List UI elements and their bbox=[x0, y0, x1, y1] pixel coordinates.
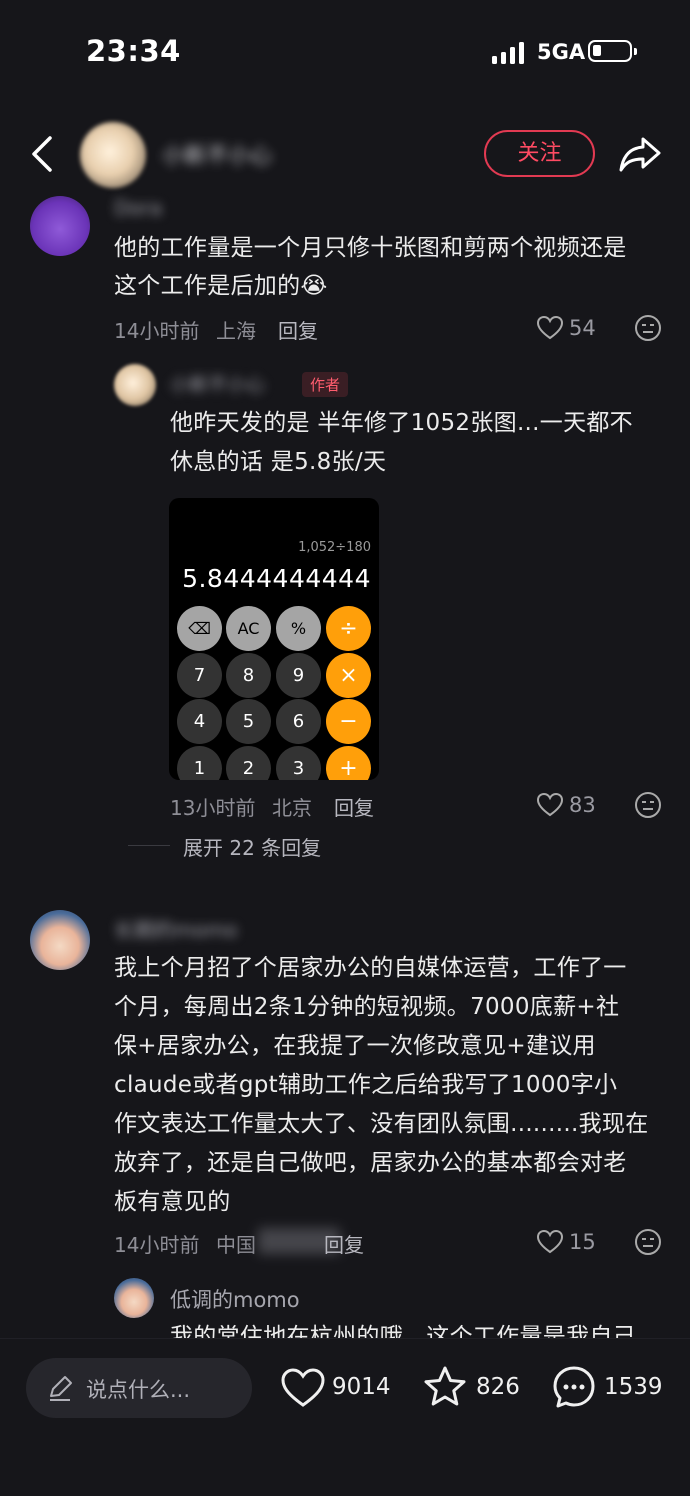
star-icon[interactable] bbox=[422, 1365, 468, 1409]
commenter-name[interactable]: Dora bbox=[114, 196, 162, 220]
comment-text-line: 这个工作是后加的😭 bbox=[114, 273, 328, 299]
expand-replies-button[interactable]: 展开 22 条回复 bbox=[183, 832, 321, 861]
reply-button[interactable]: 回复 bbox=[334, 792, 374, 821]
battery-icon bbox=[588, 40, 637, 62]
calc-expression: 1,052÷180 bbox=[298, 540, 371, 555]
comment-time: 14小时前 bbox=[114, 319, 200, 343]
calculator-image[interactable]: 1,052÷180 5.8444444444 ⌫ AC % ÷ 7 8 9 × … bbox=[169, 498, 379, 780]
comment-text-line: 保+居家办公，在我提了一次修改意见+建议用 bbox=[114, 1033, 596, 1059]
share-icon[interactable] bbox=[618, 134, 662, 174]
calc-key: % bbox=[276, 606, 321, 651]
pencil-icon bbox=[50, 1376, 72, 1401]
dislike-face-icon[interactable] bbox=[634, 1228, 662, 1256]
author-avatar[interactable] bbox=[80, 122, 146, 188]
reply-username[interactable]: 小新不小心 bbox=[170, 370, 265, 397]
calc-key: 9 bbox=[276, 653, 321, 698]
like-total: 9014 bbox=[332, 1374, 391, 1400]
dislike-face-icon[interactable] bbox=[634, 791, 662, 819]
reply-time: 13小时前 bbox=[170, 796, 256, 820]
calc-key: ⌫ bbox=[177, 606, 222, 651]
heart-icon[interactable] bbox=[536, 791, 564, 819]
heart-icon[interactable] bbox=[280, 1368, 326, 1408]
calc-key: ÷ bbox=[326, 606, 371, 651]
comment-input-placeholder: 说点什么... bbox=[86, 1378, 191, 1402]
comment-time: 14小时前 bbox=[114, 1233, 200, 1257]
reply-avatar[interactable] bbox=[114, 1278, 154, 1318]
chat-icon[interactable] bbox=[551, 1364, 597, 1410]
commenter-name[interactable]: 长期的momo bbox=[114, 914, 237, 943]
comment-text-line: 放弃了，还是自己做吧，居家办公的基本都会对老 bbox=[114, 1150, 627, 1176]
comment-text-line: 他的工作量是一个月只修十张图和剪两个视频还是 bbox=[114, 235, 627, 261]
signal-icon bbox=[492, 42, 524, 64]
calc-key: 5 bbox=[226, 699, 271, 744]
divider bbox=[128, 845, 170, 846]
calc-key: 6 bbox=[276, 699, 321, 744]
commenter-avatar[interactable] bbox=[30, 196, 90, 256]
favorite-total: 826 bbox=[476, 1374, 520, 1400]
status-time: 23:34 bbox=[86, 34, 181, 68]
calc-result: 5.8444444444 bbox=[182, 564, 371, 593]
author-badge: 作者 bbox=[302, 372, 349, 397]
calc-key: 3 bbox=[276, 746, 321, 780]
calc-key: + bbox=[326, 746, 371, 780]
calc-key: 4 bbox=[177, 699, 222, 744]
network-label: 5GA bbox=[537, 40, 586, 64]
reply-button[interactable]: 回复 bbox=[278, 315, 318, 344]
comment-input[interactable]: 说点什么... bbox=[26, 1358, 252, 1418]
like-count: 15 bbox=[569, 1230, 596, 1254]
comment-text-line: 板有意见的 bbox=[114, 1189, 231, 1215]
calc-key: 7 bbox=[177, 653, 222, 698]
back-icon[interactable] bbox=[28, 134, 58, 174]
calc-key: 8 bbox=[226, 653, 271, 698]
comment-text-line: 个月，每周出2条1分钟的短视频。7000底薪+社 bbox=[114, 994, 620, 1020]
dislike-face-icon[interactable] bbox=[634, 314, 662, 342]
comment-total: 1539 bbox=[604, 1374, 663, 1400]
reply-text-line: 他昨天发的是 半年修了1052张图...一天都不 bbox=[170, 410, 633, 436]
author-name[interactable]: 小新不小心 bbox=[162, 138, 272, 170]
reply-avatar[interactable] bbox=[114, 364, 156, 406]
comment-text-line: claude或者gpt辅助工作之后给我写了1000字小 bbox=[114, 1072, 618, 1098]
reply-button[interactable]: 回复 bbox=[324, 1229, 364, 1258]
comment-text-line: 作文表达工作量太大了、没有团队氛围.........我现在 bbox=[114, 1111, 649, 1137]
follow-button[interactable]: 关注 bbox=[484, 130, 595, 177]
comment-location: 上海 bbox=[216, 319, 256, 343]
calc-key: − bbox=[326, 699, 371, 744]
reply-text-line: 休息的话 是5.8张/天 bbox=[170, 449, 387, 475]
commenter-avatar[interactable] bbox=[30, 910, 90, 970]
calc-key: 1 bbox=[177, 746, 222, 780]
reply-username[interactable]: 低调的momo bbox=[170, 1284, 300, 1314]
reply-location: 北京 bbox=[272, 796, 312, 820]
heart-icon[interactable] bbox=[536, 1228, 564, 1256]
like-count: 54 bbox=[569, 316, 596, 340]
like-count: 83 bbox=[569, 793, 596, 817]
heart-icon[interactable] bbox=[536, 314, 564, 342]
calc-key: 2 bbox=[226, 746, 271, 780]
comment-text-line: 我上个月招了个居家办公的自媒体运营，工作了一 bbox=[114, 955, 627, 981]
comment-location: 中国 bbox=[216, 1233, 256, 1257]
calc-key: AC bbox=[226, 606, 271, 651]
calc-key: × bbox=[326, 653, 371, 698]
